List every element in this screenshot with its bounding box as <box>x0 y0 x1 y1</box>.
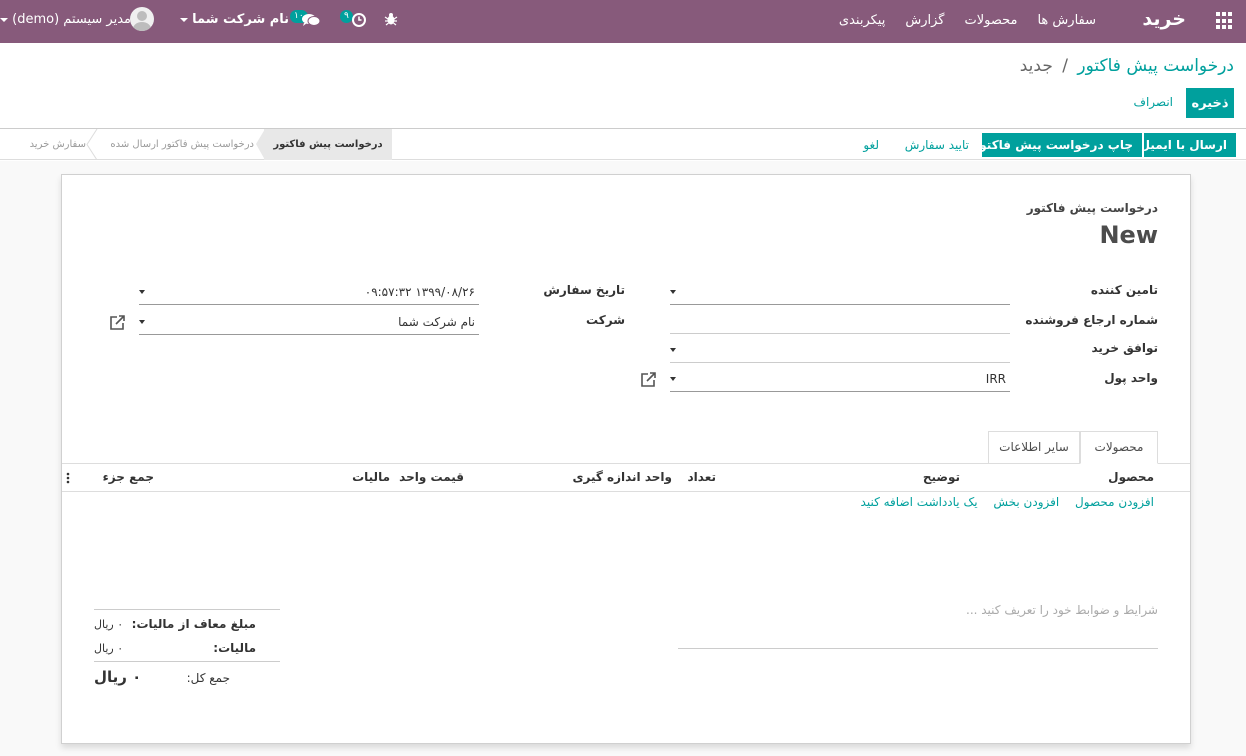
total-value: ۰ ریال <box>94 668 142 686</box>
purchase-agreement-field[interactable] <box>670 337 1010 363</box>
currency-field[interactable]: IRR <box>670 366 1010 392</box>
print-rfq-button[interactable]: چاپ درخواست پیش فاکتور <box>972 133 1142 157</box>
chevron-down-icon <box>0 17 8 22</box>
divider <box>94 609 280 610</box>
untaxed-amount-label: مبلغ معاف از مالیات: <box>131 617 256 631</box>
add-section-link[interactable]: افزودن بخش <box>993 495 1059 509</box>
stage-purchase-order[interactable]: سفارش خرید <box>16 129 86 160</box>
notebook-tabs: محصولات سایر اطلاعات <box>62 431 1190 464</box>
document-type-label: درخواست پیش فاکتور <box>1026 201 1158 215</box>
currency-label: واحد پول <box>1104 371 1158 385</box>
chat-icon <box>302 14 320 26</box>
external-link-icon[interactable] <box>639 371 657 389</box>
systray: مدیر سیستم (demo) نام شرکت شما ۱۰ ۹ <box>0 0 410 43</box>
user-name: مدیر سیستم (demo) <box>12 12 131 27</box>
top-navbar: خرید سفارش ها محصولات گزارش پیکربندی مدی… <box>0 0 1246 43</box>
add-line-links: افزودن محصول افزودن بخش یک یادداشت اضافه… <box>849 495 1154 509</box>
chevron-down-icon <box>180 17 188 22</box>
column-quantity[interactable]: تعداد <box>688 470 716 484</box>
menu-orders[interactable]: سفارش ها <box>1037 13 1096 28</box>
menu-reporting[interactable]: گزارش <box>905 13 944 28</box>
confirm-order-button[interactable]: تایید سفارش <box>896 133 978 157</box>
purchase-agreement-label: توافق خرید <box>1091 341 1158 355</box>
order-lines-header: محصول توضیح تعداد واحد اندازه گیری قیمت … <box>62 464 1190 492</box>
terms-conditions-field[interactable]: شرایط و ضوابط خود را تعریف کنید ... <box>678 595 1158 649</box>
vendor-label: تامین کننده <box>1090 283 1158 297</box>
stage-rfq[interactable]: درخواست پیش فاکتور <box>264 129 392 160</box>
order-date-field[interactable]: ۱۳۹۹/۰۸/۲۶ ۰۹:۵۷:۳۲ <box>139 279 479 305</box>
status-bar: ارسال با ایمیل چاپ درخواست پیش فاکتور تا… <box>0 128 1246 160</box>
terms-placeholder: شرایط و ضوابط خود را تعریف کنید ... <box>966 603 1158 617</box>
activities-count-badge: ۹ <box>340 10 353 23</box>
column-description[interactable]: توضیح <box>923 470 960 484</box>
breadcrumb-parent[interactable]: درخواست پیش فاکتور <box>1077 56 1234 76</box>
app-title: خرید <box>1142 8 1186 30</box>
dropdown-caret-icon <box>139 290 145 294</box>
column-unit-price[interactable]: قیمت واحد <box>399 470 464 484</box>
tax-value: ۰ ریال <box>94 642 124 655</box>
document-name: New <box>1099 221 1158 249</box>
tax-label: مالیات: <box>213 641 256 655</box>
messaging-menu[interactable]: ۱۰ <box>290 10 324 30</box>
column-subtotal[interactable]: جمع جزء <box>103 470 154 484</box>
send-by-email-button[interactable]: ارسال با ایمیل <box>1140 133 1236 157</box>
add-note-link[interactable]: یک یادداشت اضافه کنید <box>861 495 978 509</box>
clock-icon <box>352 13 366 27</box>
dropdown-caret-icon <box>139 320 145 324</box>
column-unit-of-measure[interactable]: واحد اندازه گیری <box>572 470 672 484</box>
vendor-reference-field[interactable] <box>670 308 1010 334</box>
bug-icon[interactable] <box>384 12 398 26</box>
tab-other-info[interactable]: سایر اطلاعات <box>988 431 1080 464</box>
stage-rfq-sent[interactable]: درخواست پیش فاکتور ارسال شده <box>104 129 254 160</box>
vendor-field[interactable] <box>670 279 1010 305</box>
order-date-label: تاریخ سفارش <box>543 283 625 297</box>
tab-products[interactable]: محصولات <box>1080 431 1158 464</box>
dropdown-caret-icon <box>670 348 676 352</box>
avatar[interactable] <box>130 7 154 31</box>
company-field[interactable]: نام شرکت شما <box>139 309 479 335</box>
add-product-link[interactable]: افزودن محصول <box>1075 495 1154 509</box>
main-menu: سفارش ها محصولات گزارش پیکربندی <box>839 13 1096 28</box>
untaxed-amount-value: ۰ ریال <box>94 618 124 631</box>
menu-configuration[interactable]: پیکربندی <box>839 13 885 28</box>
apps-menu-icon[interactable] <box>1214 12 1232 30</box>
stage-arrow <box>256 129 265 160</box>
discard-button[interactable]: انصراف <box>1134 95 1173 109</box>
activity-menu[interactable]: ۹ <box>340 10 370 30</box>
company-label: شرکت <box>586 313 625 327</box>
vendor-reference-label: شماره ارجاع فروشنده <box>1025 313 1158 327</box>
save-button[interactable]: ذخیره <box>1186 88 1234 118</box>
dropdown-caret-icon <box>670 377 676 381</box>
total-label: جمع کل: <box>186 671 230 685</box>
breadcrumb-current: جدید <box>1019 56 1053 76</box>
column-product[interactable]: محصول <box>1108 470 1154 484</box>
external-link-icon[interactable] <box>108 314 126 332</box>
breadcrumb: درخواست پیش فاکتور / جدید <box>1020 56 1234 76</box>
form-sheet: درخواست پیش فاکتور New تامین کننده شماره… <box>61 174 1191 744</box>
user-menu[interactable]: مدیر سیستم (demo) <box>0 12 131 27</box>
menu-products[interactable]: محصولات <box>964 13 1017 28</box>
divider <box>94 661 280 662</box>
stage-separator-icon <box>86 129 98 160</box>
dropdown-caret-icon <box>670 290 676 294</box>
cancel-button[interactable]: لغو <box>854 133 888 157</box>
company-switcher[interactable]: نام شرکت شما <box>180 12 289 27</box>
company-name: نام شرکت شما <box>192 12 290 27</box>
stage-pipeline: درخواست پیش فاکتور درخواست پیش فاکتور ار… <box>0 129 392 160</box>
breadcrumb-separator: / <box>1062 56 1068 76</box>
kebab-menu-icon[interactable] <box>66 472 70 484</box>
column-taxes[interactable]: مالیات <box>352 470 390 484</box>
